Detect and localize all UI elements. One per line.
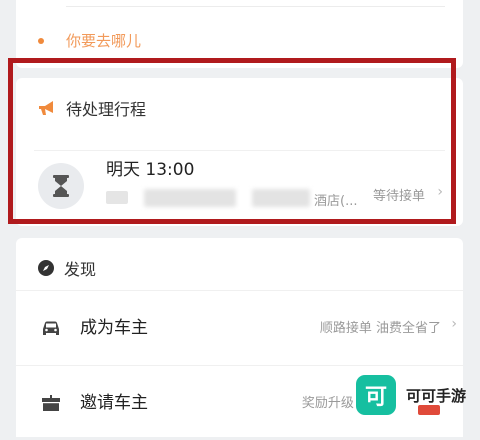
discover-item-become-driver[interactable]: 成为车主 顺路接单 油费全省了 › (16, 290, 463, 365)
watermark: 可 可可手游 (355, 375, 466, 415)
destination-input[interactable]: 你要去哪儿 (66, 30, 141, 51)
compass-icon (38, 260, 54, 276)
discover-header: 发现 (38, 256, 96, 280)
watermark-logo-glyph: 可 (364, 385, 387, 410)
highlight-annotation-box (8, 58, 456, 224)
discover-item-label: 邀请车主 (80, 393, 148, 413)
gift-box-icon (42, 395, 60, 411)
watermark-logo-icon: 可 (355, 375, 396, 415)
divider (66, 6, 445, 7)
discover-item-hint: 顺路接单 油费全省了 (319, 321, 441, 336)
destination-dot-icon (38, 38, 44, 44)
chevron-right-icon: › (451, 316, 457, 332)
discover-title: 发现 (64, 260, 97, 279)
discover-item-label: 成为车主 (80, 318, 148, 338)
watermark-text: 可可手游 (405, 386, 466, 405)
car-icon (43, 321, 59, 335)
